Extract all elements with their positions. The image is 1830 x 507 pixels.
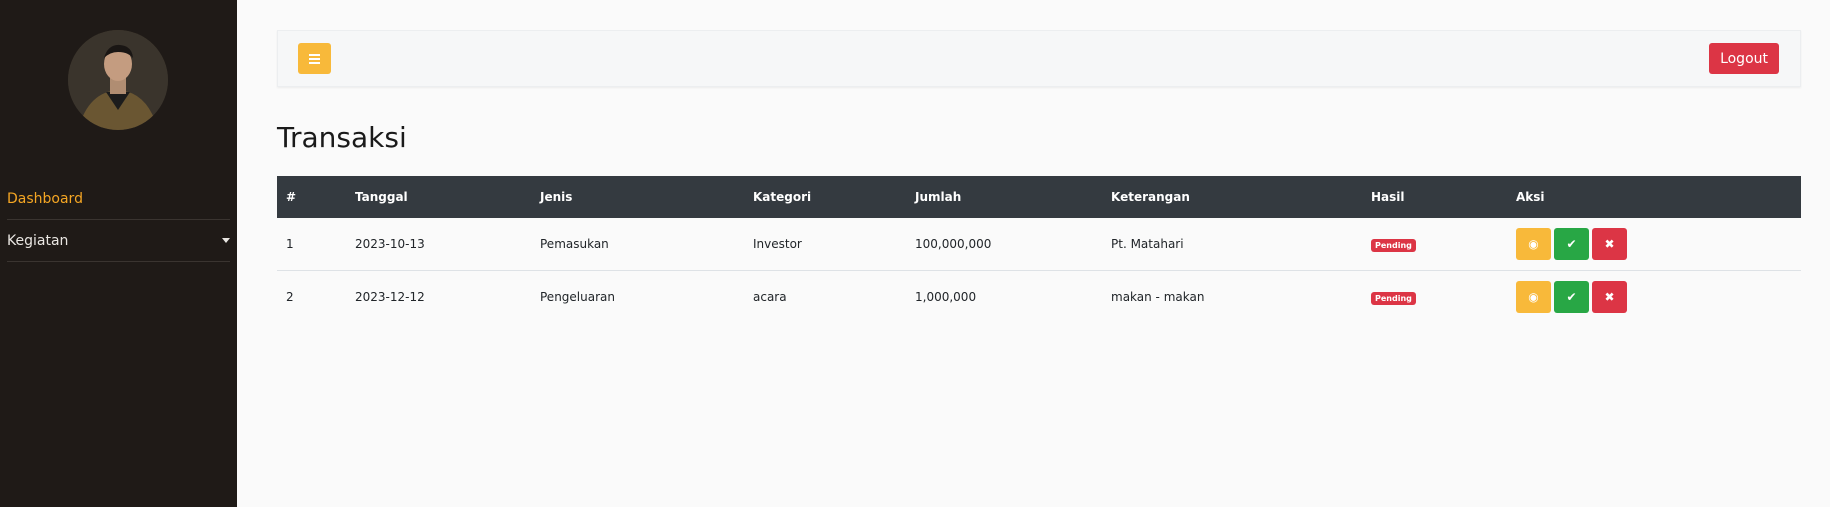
check-icon: ✔ [1566, 237, 1577, 251]
cell-jenis: Pengeluaran [540, 290, 615, 304]
column-header: Aksi [1516, 190, 1545, 204]
table-row: 1 2023-10-13 Pemasukan Investor 100,000,… [277, 218, 1801, 271]
sidebar-item-label: Dashboard [7, 190, 83, 207]
sidebar-item-label: Kegiatan [7, 232, 69, 249]
main-content: Logout Transaksi # Tanggal Jenis Kategor… [237, 0, 1830, 507]
check-icon: ✔ [1566, 290, 1577, 304]
column-header: Jenis [540, 190, 573, 204]
menu-toggle-button[interactable] [298, 43, 331, 74]
table-row: 2 2023-12-12 Pengeluaran acara 1,000,000… [277, 271, 1801, 324]
cell-hasil: Pending [1362, 271, 1507, 324]
page-title: Transaksi [277, 121, 407, 154]
eye-icon: ◉ [1528, 237, 1539, 251]
transactions-table: # Tanggal Jenis Kategori Jumlah Keterang… [277, 176, 1801, 323]
cell-no: 2 [286, 290, 294, 304]
cell-aksi: ◉ ✔ ✖ [1507, 218, 1801, 271]
cell-tanggal: 2023-12-12 [355, 290, 425, 304]
close-icon: ✖ [1604, 237, 1615, 251]
column-header: Kategori [753, 190, 812, 204]
logout-button[interactable]: Logout [1709, 43, 1779, 74]
column-header: Keterangan [1111, 190, 1190, 204]
sidebar-item-kegiatan[interactable]: Kegiatan [7, 220, 230, 262]
approve-button[interactable]: ✔ [1554, 281, 1589, 313]
sidebar-item-dashboard[interactable]: Dashboard [7, 178, 230, 220]
column-header: Tanggal [355, 190, 408, 204]
column-header: # [286, 190, 297, 204]
view-button[interactable]: ◉ [1516, 281, 1551, 313]
cell-tanggal: 2023-10-13 [346, 218, 531, 271]
sidebar-nav: Dashboard Kegiatan [0, 178, 237, 262]
cell-keterangan: Pt. Matahari [1102, 218, 1362, 271]
cell-kategori: acara [753, 290, 787, 304]
table-header-row: # Tanggal Jenis Kategori Jumlah Keterang… [277, 176, 1801, 218]
close-icon: ✖ [1604, 290, 1615, 304]
cell-kategori: Investor [744, 218, 906, 271]
column-header: Hasil [1371, 190, 1405, 204]
eye-icon: ◉ [1528, 290, 1539, 304]
cell-jumlah: 100,000,000 [906, 218, 1102, 271]
cell-jenis: Pemasukan [531, 218, 744, 271]
status-badge: Pending [1371, 291, 1416, 305]
cell-hasil: Pending [1362, 218, 1507, 271]
caret-down-icon [222, 238, 230, 243]
approve-button[interactable]: ✔ [1554, 228, 1589, 260]
reject-button[interactable]: ✖ [1592, 228, 1627, 260]
cell-aksi: ◉ ✔ ✖ [1507, 271, 1801, 324]
topbar: Logout [277, 30, 1801, 87]
avatar [68, 30, 168, 130]
column-header: Jumlah [915, 190, 962, 204]
cell-keterangan: makan - makan [1111, 290, 1205, 304]
reject-button[interactable]: ✖ [1592, 281, 1627, 313]
cell-no: 1 [277, 218, 346, 271]
status-badge: Pending [1371, 238, 1416, 252]
view-button[interactable]: ◉ [1516, 228, 1551, 260]
sidebar: Dashboard Kegiatan [0, 0, 237, 507]
cell-jumlah: 1,000,000 [915, 290, 977, 304]
bars-icon [309, 53, 320, 64]
